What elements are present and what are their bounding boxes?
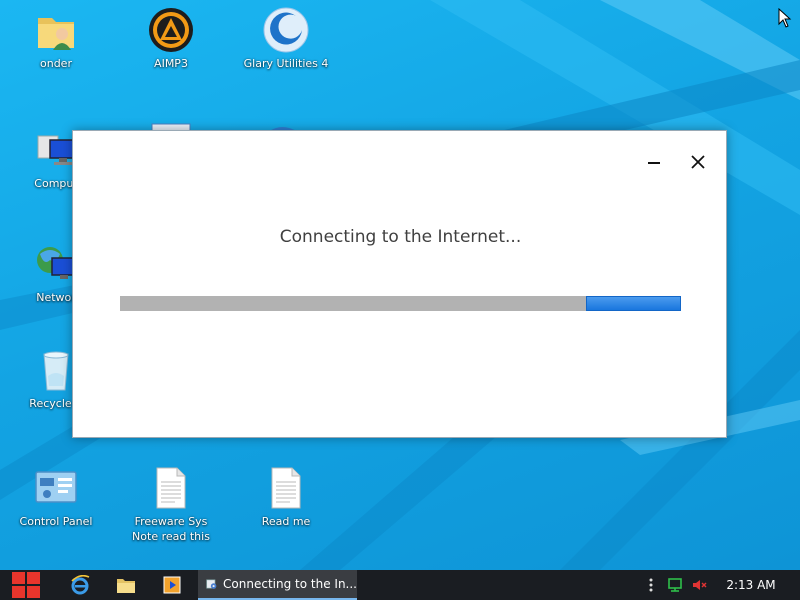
tray-network[interactable] [664,570,686,600]
dialog-message: Connecting to the Internet... [279,227,522,247]
start-button[interactable] [0,570,52,600]
desktop-icon-label: AIMP3 [154,57,188,70]
taskbar-task-label: Connecting to the In... [223,577,357,591]
network-status-icon [668,578,682,592]
desktop-icon-label: Read me [261,515,311,528]
desktop-icon-label: Control Panel [19,515,93,528]
desktop-icon-glary-utilities[interactable]: Glary Utilities 4 [236,6,336,71]
desktop-icon-label: onder [40,57,72,70]
taskbar-task-connecting[interactable]: Connecting to the In... [198,570,357,600]
user-folder-icon [38,18,74,50]
desktop-icon-read-me[interactable]: Read me [236,464,336,529]
desktop-icon-user-folder[interactable]: onder [6,6,106,71]
text-document-icon [271,467,301,509]
taskbar-file-explorer[interactable] [104,570,148,600]
media-player-icon [163,576,181,594]
taskbar-internet-explorer[interactable] [58,570,102,600]
glary-utilities-icon [263,7,309,53]
desktop-icon-label: Freeware Sys Note read this [132,515,210,543]
internet-explorer-icon [71,575,90,595]
tray-volume[interactable] [688,570,710,600]
taskbar-clock[interactable]: 2:13 AM [716,570,786,600]
text-document-icon [156,467,186,509]
taskbar-media-player[interactable] [150,570,194,600]
windows-logo-icon [12,572,40,598]
folder-icon [117,579,135,593]
desktop-icon-aimp3[interactable]: AIMP3 [121,6,221,71]
minimize-button[interactable] [637,145,671,179]
taskbar: Connecting to the In... 2:13 AM [0,570,800,600]
close-icon [691,155,705,169]
control-panel-icon [35,471,77,503]
tray-overflow[interactable] [644,570,658,600]
connecting-dialog: Connecting to the Internet... [72,130,727,438]
minimize-icon [648,162,660,164]
setup-icon [206,579,217,589]
desktop-icon-control-panel[interactable]: Control Panel [6,464,106,529]
desktop-icon-label: Glary Utilities 4 [243,57,329,70]
mouse-pointer-icon [778,8,792,28]
volume-muted-icon [693,580,707,590]
progress-marquee-chunk [586,296,681,311]
overflow-icon [649,578,653,592]
close-button[interactable] [681,145,715,179]
aimp-icon [149,8,193,52]
progress-bar [120,296,681,311]
desktop-icon-freeware-note[interactable]: Freeware Sys Note read this [121,464,221,544]
